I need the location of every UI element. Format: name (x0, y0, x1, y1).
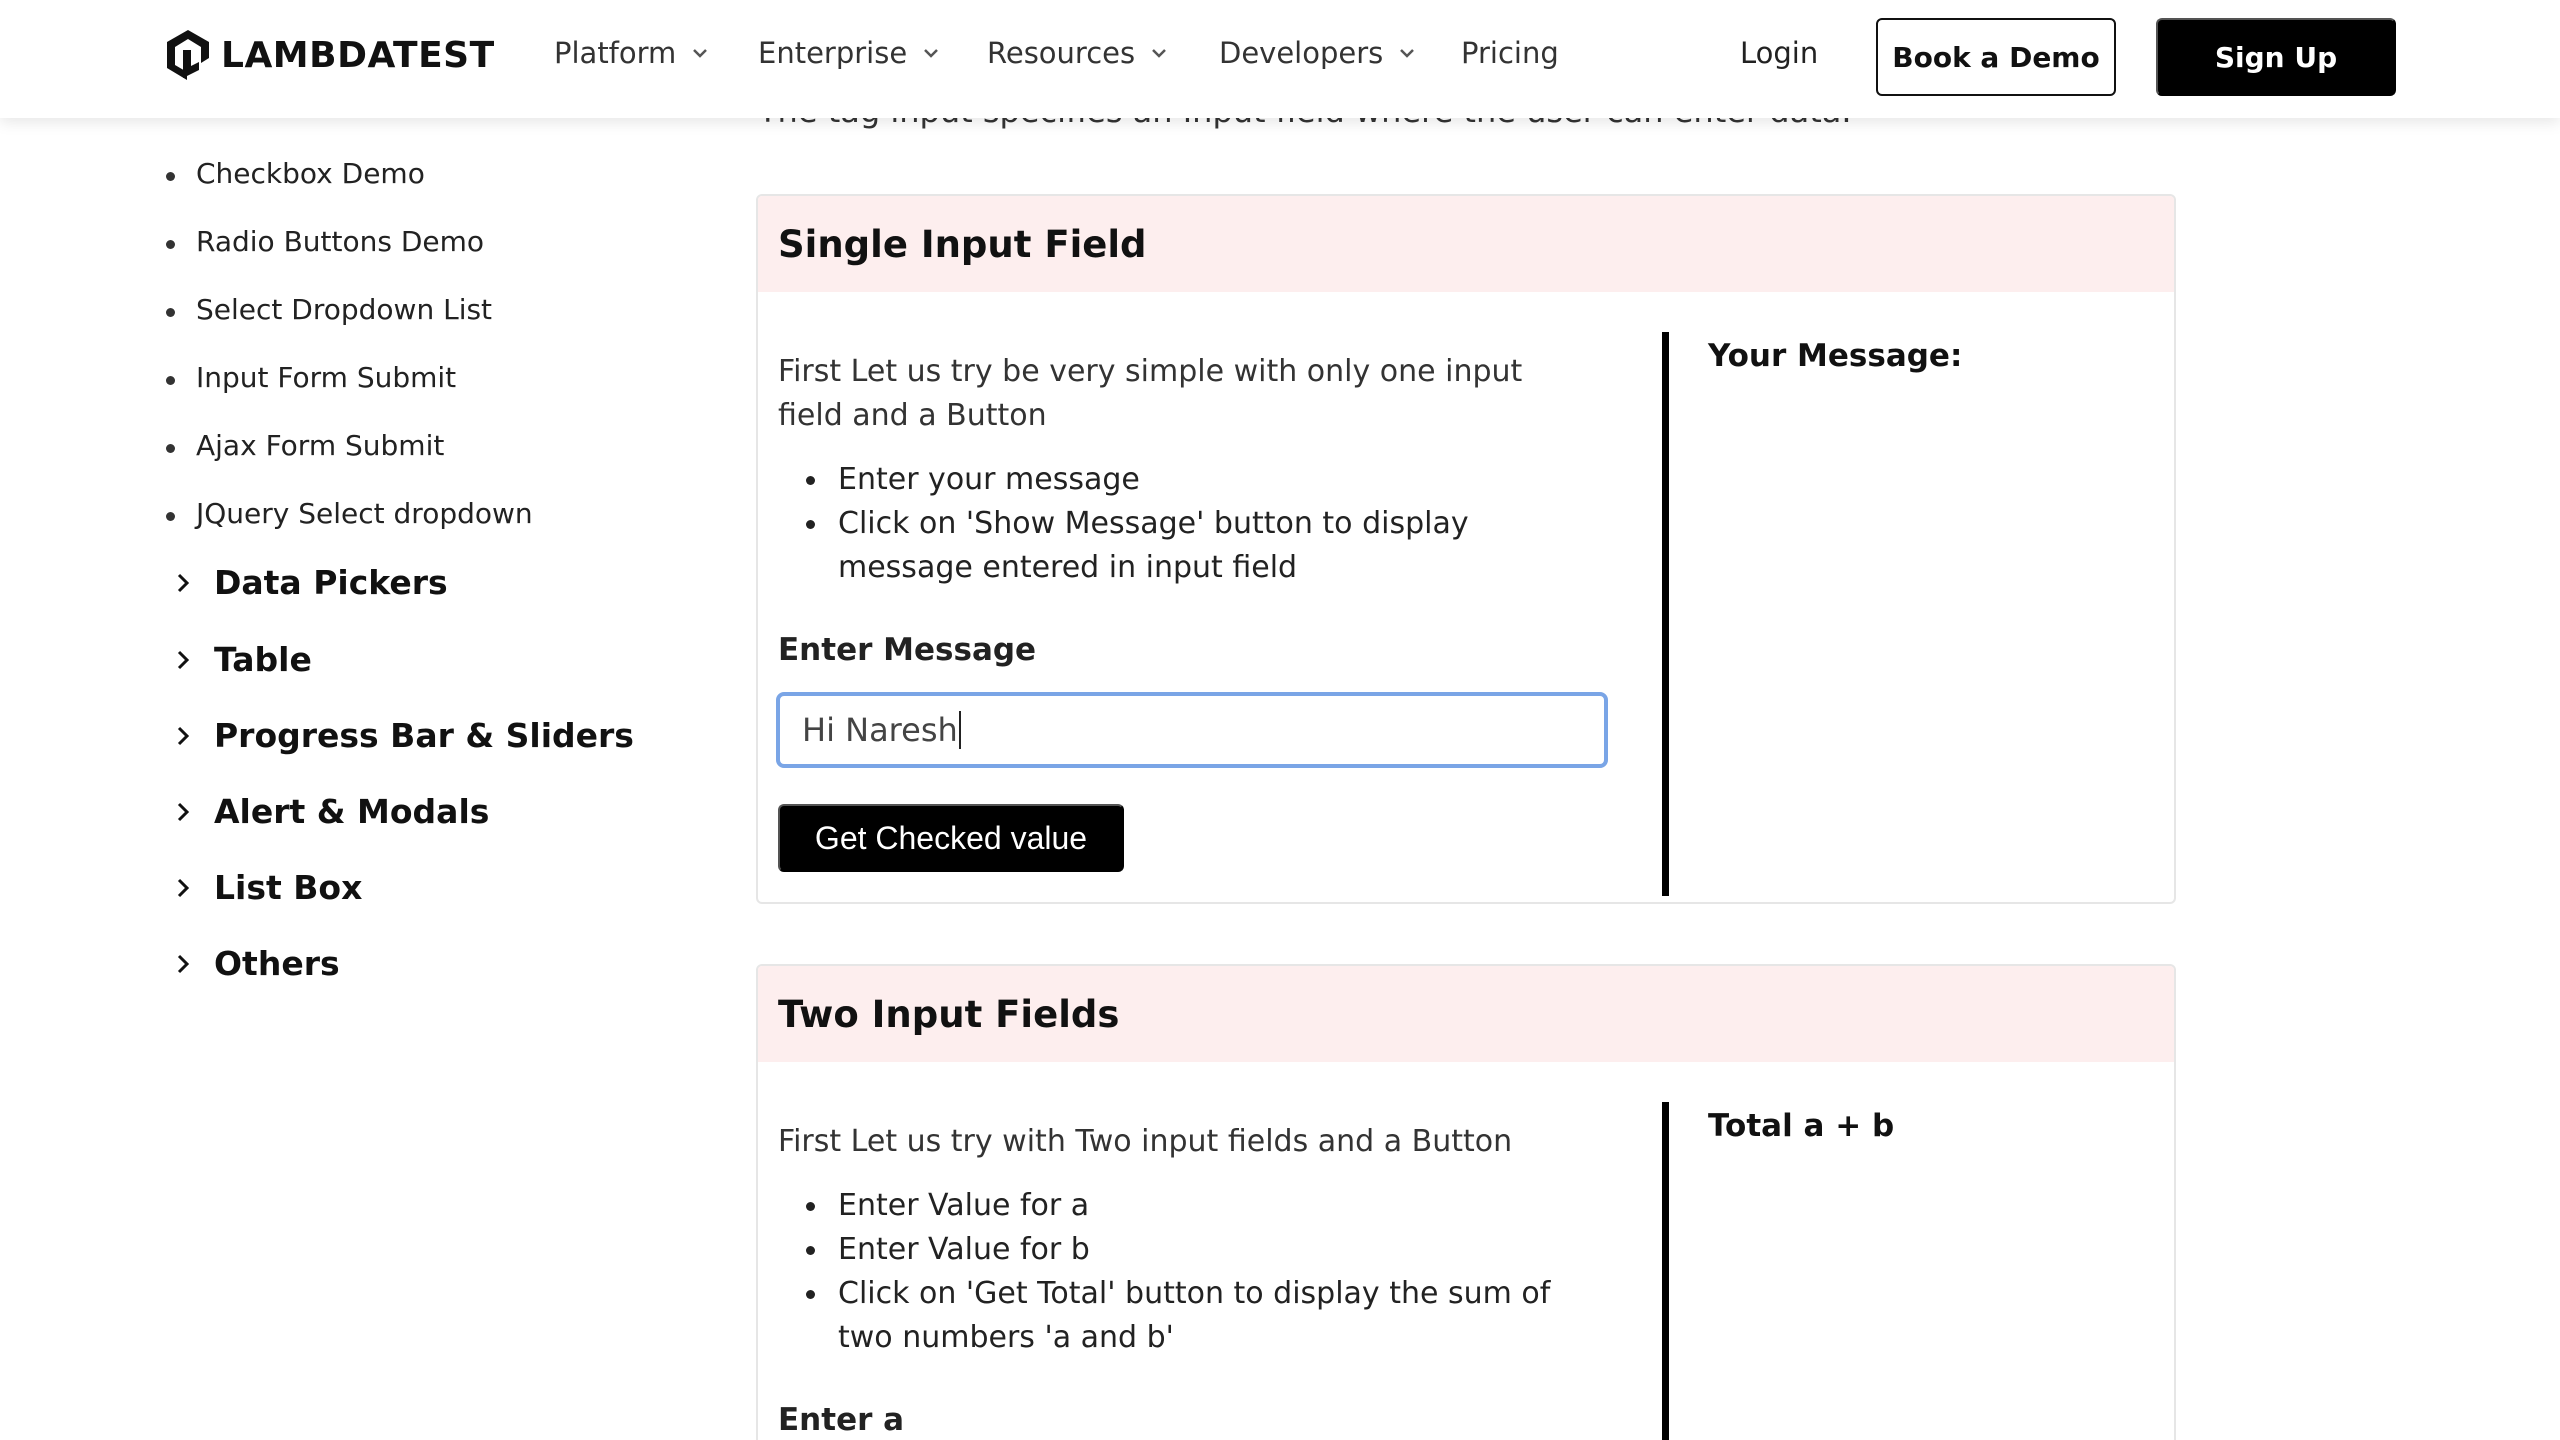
chevron-right-icon (177, 878, 190, 897)
top-navbar: LAMBDATEST Platform Enterprise Resources… (0, 0, 2560, 118)
sidebar-section-others[interactable]: Others (172, 944, 340, 983)
sidebar-section-progress-bar-sliders[interactable]: Progress Bar & Sliders (172, 716, 634, 755)
divider (1662, 1102, 1669, 1440)
nav-enterprise[interactable]: Enterprise (758, 36, 941, 70)
nav-pricing[interactable]: Pricing (1461, 36, 1559, 70)
sidebar-item-checkbox-demo[interactable]: Checkbox Demo (166, 157, 425, 190)
get-checked-value-button[interactable]: Get Checked value (778, 804, 1124, 872)
list-item: Enter Value for a (806, 1184, 1598, 1228)
sidebar-item-select-dropdown-list[interactable]: Select Dropdown List (165, 293, 492, 326)
sidebar-section-alert-modals[interactable]: Alert & Modals (172, 792, 489, 831)
sidebar-item-ajax-form-submit[interactable]: Ajax Form Submit (165, 429, 444, 462)
list-item: Click on 'Get Total' button to display t… (806, 1272, 1598, 1360)
sidebar-section-table[interactable]: Table (172, 640, 312, 679)
nav-pricing-label: Pricing (1461, 36, 1559, 70)
enter-a-label: Enter a (778, 1402, 905, 1438)
instruction-list: Enter Value for a Enter Value for b Clic… (806, 1184, 1598, 1360)
card-title: Single Input Field (758, 196, 2174, 292)
sidebar-item-input-form-submit[interactable]: Input Form Submit (165, 361, 456, 394)
chevron-down-icon (693, 49, 708, 58)
section-label: Others (214, 944, 340, 983)
nav-resources[interactable]: Resources (987, 36, 1169, 70)
section-label: List Box (214, 868, 363, 907)
instruction-list: Enter your message Click on 'Show Messag… (806, 458, 1598, 590)
chevron-right-icon (177, 802, 190, 821)
nav-resources-label: Resources (987, 36, 1136, 70)
chevron-down-icon (1400, 49, 1415, 58)
nav-enterprise-label: Enterprise (758, 36, 908, 70)
divider (1662, 332, 1669, 896)
sidebar-section-list-box[interactable]: List Box (172, 868, 362, 907)
text-caret (958, 711, 961, 749)
section-label: Data Pickers (214, 563, 448, 602)
list-item: Enter Value for b (806, 1228, 1598, 1272)
nav-developers-label: Developers (1219, 36, 1384, 70)
message-input[interactable]: Hi Naresh (776, 692, 1608, 768)
enter-message-label: Enter Message (778, 632, 1037, 668)
sign-up-button[interactable]: Sign Up (2156, 18, 2396, 96)
sidebar-item-radio-buttons-demo[interactable]: Radio Buttons Demo (165, 225, 484, 258)
single-input-card: Single Input Field First Let us try be v… (756, 194, 2176, 904)
section-label: Progress Bar & Sliders (214, 716, 634, 755)
nav-developers[interactable]: Developers (1219, 36, 1417, 70)
login-link[interactable]: Login (1740, 36, 1818, 70)
card-title: Two Input Fields (758, 966, 2174, 1062)
total-label: Total a + b (1708, 1108, 1895, 1144)
your-message-label: Your Message: (1708, 338, 1963, 374)
section-label: Alert & Modals (214, 792, 490, 831)
list-item: Enter your message (806, 458, 1598, 502)
card-intro: First Let us try with Two input fields a… (778, 1124, 1513, 1159)
lambdatest-logo[interactable]: LAMBDATEST (163, 28, 495, 82)
chevron-right-icon (177, 954, 190, 973)
chevron-down-icon (1152, 49, 1166, 58)
two-input-card: Two Input Fields First Let us try with T… (756, 964, 2176, 1440)
sidebar-item-jquery-select-dropdown[interactable]: JQuery Select dropdown (166, 497, 533, 530)
logo-text: LAMBDATEST (221, 34, 495, 76)
chevron-right-icon (177, 650, 190, 669)
message-input-value: Hi Naresh (802, 711, 958, 749)
list-item: Click on 'Show Message' button to displa… (806, 502, 1598, 590)
nav-platform-label: Platform (554, 36, 677, 70)
book-demo-button[interactable]: Book a Demo (1876, 18, 2116, 96)
nav-platform[interactable]: Platform (554, 36, 710, 70)
chevron-down-icon (924, 49, 939, 58)
chevron-right-icon (177, 573, 190, 592)
sidebar-section-data-pickers[interactable]: Data Pickers (172, 563, 448, 602)
card-intro: First Let us try be very simple with onl… (778, 354, 1523, 433)
section-label: Table (214, 640, 312, 679)
chevron-right-icon (177, 726, 190, 745)
lambdatest-logo-icon (167, 30, 209, 80)
